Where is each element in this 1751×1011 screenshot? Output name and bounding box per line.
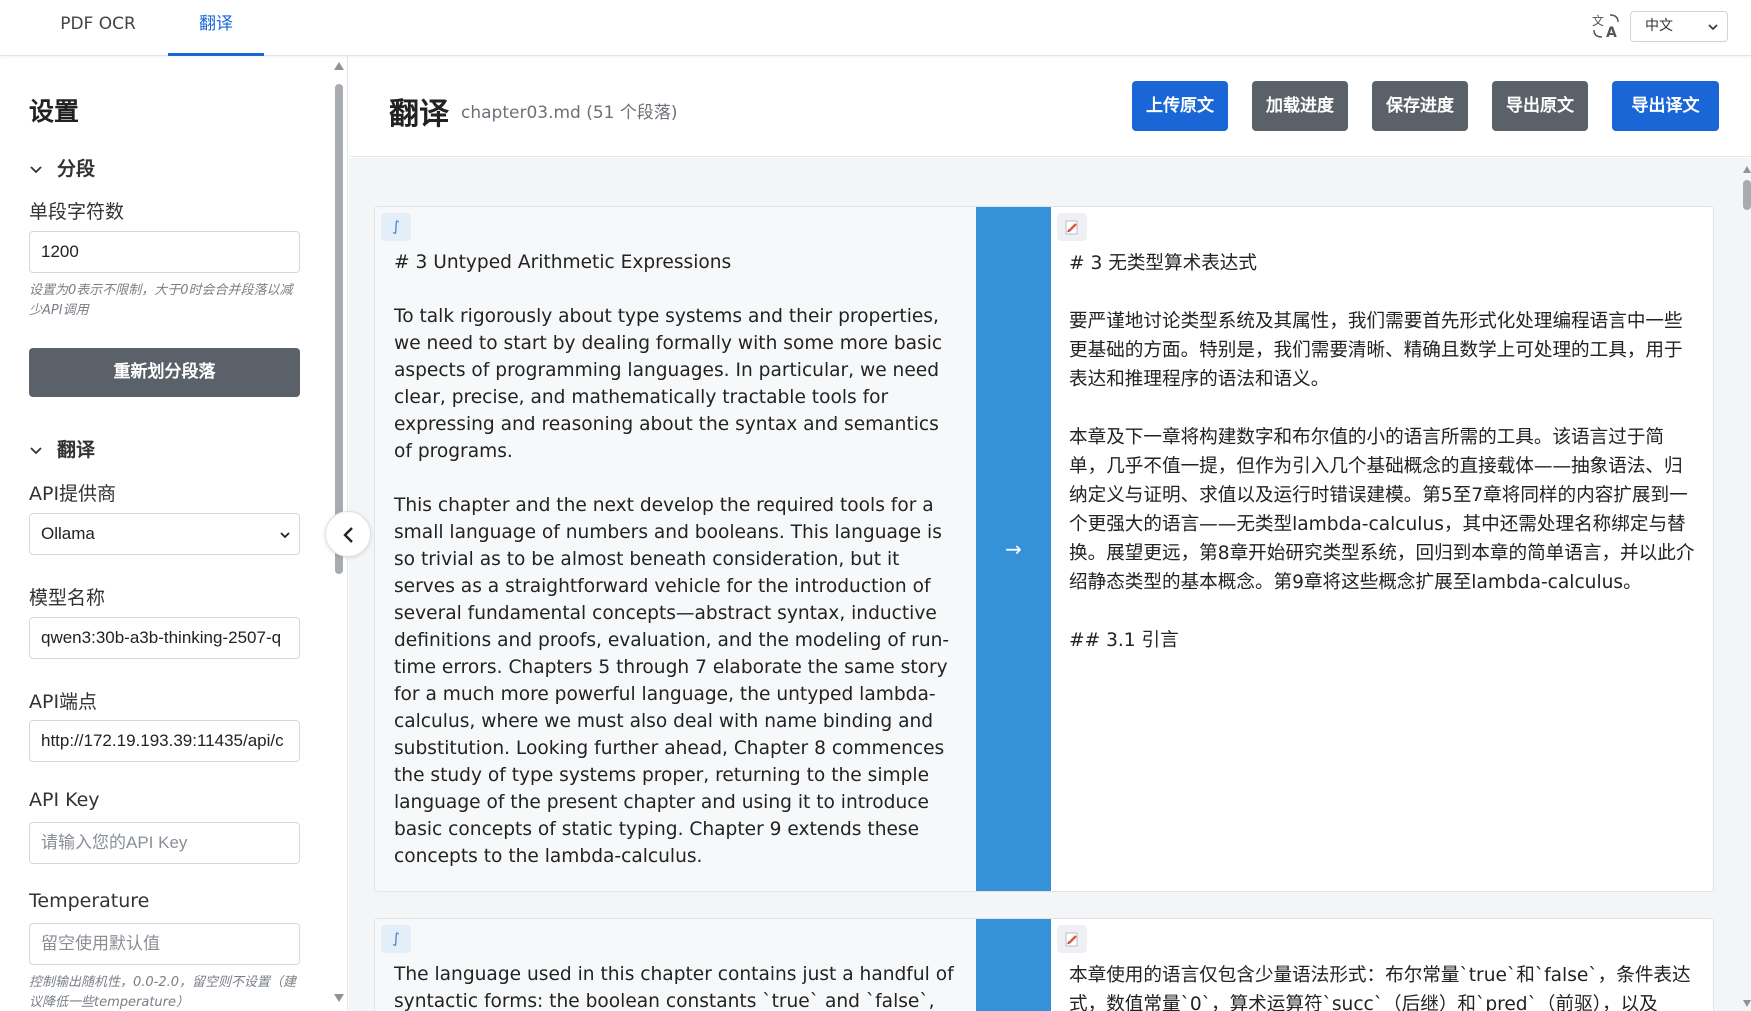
translation-panel[interactable]: # 3 无类型算术表达式 要严谨地讨论类型系统及其属性，我们需要首先形式化处理编… — [1051, 207, 1713, 891]
source-text[interactable]: # 3 Untyped Arithmetic Expressions To ta… — [394, 249, 962, 891]
scrollbar-thumb[interactable] — [1743, 180, 1751, 210]
svg-text:A: A — [1606, 25, 1617, 41]
char-count-hint: 设置为0表示不限制，大于0时会合并段落以减少API调用 — [29, 283, 293, 318]
export-source-button[interactable]: 导出原文 — [1492, 81, 1588, 131]
load-progress-button[interactable]: 加载进度 — [1252, 81, 1348, 131]
scroll-up-icon[interactable] — [1743, 166, 1751, 173]
temperature-input[interactable]: 留空使用默认值 — [29, 923, 300, 965]
collapse-sidebar-button[interactable] — [325, 511, 371, 557]
paragraph-list: ∫ # 3 Untyped Arithmetic Expressions To … — [349, 158, 1751, 1011]
section-title: 翻译 — [57, 439, 96, 461]
translate-arrow-button[interactable] — [976, 919, 1051, 1011]
paragraph-pair: ∫ # 3 Untyped Arithmetic Expressions To … — [374, 206, 1714, 892]
translation-text[interactable]: 本章使用的语言仅包含少量语法形式：布尔常量`true`和`false`，条件表达… — [1069, 961, 1701, 1011]
scroll-up-icon[interactable] — [334, 62, 344, 70]
section-title: 分段 — [57, 158, 96, 180]
save-progress-button[interactable]: 保存进度 — [1372, 81, 1468, 131]
chevron-down-icon — [280, 532, 290, 539]
language-select-value: 中文 — [1645, 18, 1673, 34]
model-input[interactable]: qwen3:30b-a3b-thinking-2507-q — [29, 617, 300, 659]
temperature-hint: 控制输出随机性，0.0-2.0，留空则不设置（建议降低一些temperature… — [29, 975, 297, 1010]
chevron-left-icon — [343, 527, 353, 543]
translation-text[interactable]: # 3 无类型算术表达式 要严谨地讨论类型系统及其属性，我们需要首先形式化处理编… — [1069, 249, 1701, 655]
char-count-label: 单段字符数 — [29, 201, 125, 223]
api-key-label: API Key — [29, 789, 100, 811]
source-text[interactable]: The language used in this chapter contai… — [394, 961, 962, 1011]
edit-icon[interactable] — [1057, 213, 1087, 241]
tab-translate[interactable]: 翻译 — [168, 0, 264, 56]
provider-select[interactable]: Ollama — [29, 513, 300, 555]
section-header-translate[interactable]: 翻译 — [29, 435, 95, 462]
language-select[interactable]: 中文 — [1630, 11, 1728, 42]
page-title: 翻译 — [389, 97, 449, 132]
tab-pdf-ocr[interactable]: PDF OCR — [38, 0, 158, 56]
source-format-icon[interactable]: ∫ — [381, 925, 411, 953]
section-header-segment[interactable]: 分段 — [29, 154, 95, 181]
top-bar: PDF OCR 翻译 文 A 中文 — [0, 0, 1751, 56]
chevron-down-icon — [30, 165, 42, 173]
source-panel[interactable]: ∫ # 3 Untyped Arithmetic Expressions To … — [375, 207, 976, 891]
file-info: chapter03.md (51 个段落) — [461, 103, 678, 123]
edit-icon[interactable] — [1057, 925, 1087, 953]
source-format-icon[interactable]: ∫ — [381, 213, 411, 241]
translate-arrow-button[interactable]: → — [976, 207, 1051, 891]
paragraph-pair: ∫ The language used in this chapter cont… — [374, 918, 1714, 1011]
chevron-down-icon — [30, 446, 42, 454]
settings-sidebar: 设置 分段 单段字符数 1200 设置为0表示不限制，大于0时会合并段落以减少A… — [0, 56, 348, 1011]
char-count-input[interactable]: 1200 — [29, 231, 300, 273]
svg-text:文: 文 — [1592, 13, 1604, 28]
export-translation-button[interactable]: 导出译文 — [1612, 81, 1719, 131]
temperature-label: Temperature — [29, 890, 150, 912]
model-label: 模型名称 — [29, 587, 106, 609]
provider-value: Ollama — [41, 524, 95, 543]
provider-label: API提供商 — [29, 483, 117, 505]
main-scrollbar[interactable] — [1743, 160, 1751, 1011]
translate-icon[interactable]: 文 A — [1590, 10, 1622, 42]
scrollbar-thumb[interactable] — [335, 84, 343, 574]
main-header: 翻译 chapter03.md (51 个段落) 上传原文 加载进度 保存进度 … — [349, 56, 1751, 157]
resegment-button[interactable]: 重新划分段落 — [29, 348, 300, 397]
upload-source-button[interactable]: 上传原文 — [1132, 81, 1228, 131]
source-panel[interactable]: ∫ The language used in this chapter cont… — [375, 919, 976, 1011]
scroll-down-icon[interactable] — [1743, 1000, 1751, 1007]
endpoint-input[interactable]: http://172.19.193.39:11435/api/c — [29, 720, 300, 762]
scroll-down-icon[interactable] — [334, 994, 344, 1002]
translation-panel[interactable]: 本章使用的语言仅包含少量语法形式：布尔常量`true`和`false`，条件表达… — [1051, 919, 1713, 1011]
endpoint-label: API端点 — [29, 691, 98, 713]
sidebar-title: 设置 — [29, 97, 80, 126]
arrow-right-icon: → — [1005, 537, 1022, 561]
chevron-down-icon — [1708, 24, 1718, 31]
api-key-input[interactable]: 请输入您的API Key — [29, 822, 300, 864]
